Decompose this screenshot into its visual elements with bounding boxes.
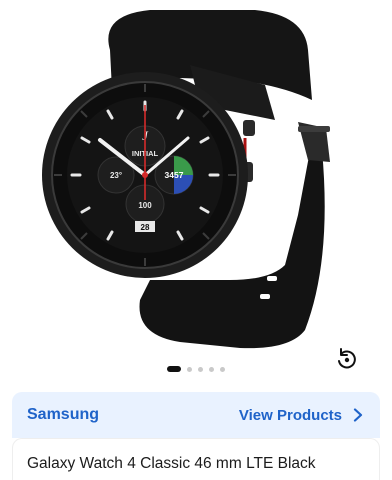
pagination-dot[interactable] <box>209 366 214 372</box>
pagination-dot[interactable] <box>187 366 192 372</box>
pagination-dot[interactable] <box>220 366 225 372</box>
watch-steps: 3457 <box>165 170 184 180</box>
image-gallery[interactable]: J INITIAL 23° 3457 100 28 <box>0 0 392 380</box>
watch-date: 28 <box>141 223 150 232</box>
brand-name[interactable]: Samsung <box>27 406 99 424</box>
watch-temperature: 23° <box>110 171 122 180</box>
watch-percent: 100 <box>138 201 152 210</box>
chevron-right-icon <box>353 408 363 422</box>
gallery-pagination[interactable] <box>0 365 392 373</box>
product-title-card: Galaxy Watch 4 Classic 46 mm LTE Black <box>12 438 380 480</box>
brand-bar: Samsung View Products <box>12 392 380 438</box>
pagination-dot-active[interactable] <box>167 366 181 372</box>
view-products-link[interactable]: View Products <box>239 407 364 424</box>
view-products-label: View Products <box>238 406 342 424</box>
product-title: Galaxy Watch 4 Classic 46 mm LTE Black <box>27 455 316 472</box>
product-image: J INITIAL 23° 3457 100 28 <box>42 10 330 349</box>
pagination-dot[interactable] <box>198 366 203 372</box>
